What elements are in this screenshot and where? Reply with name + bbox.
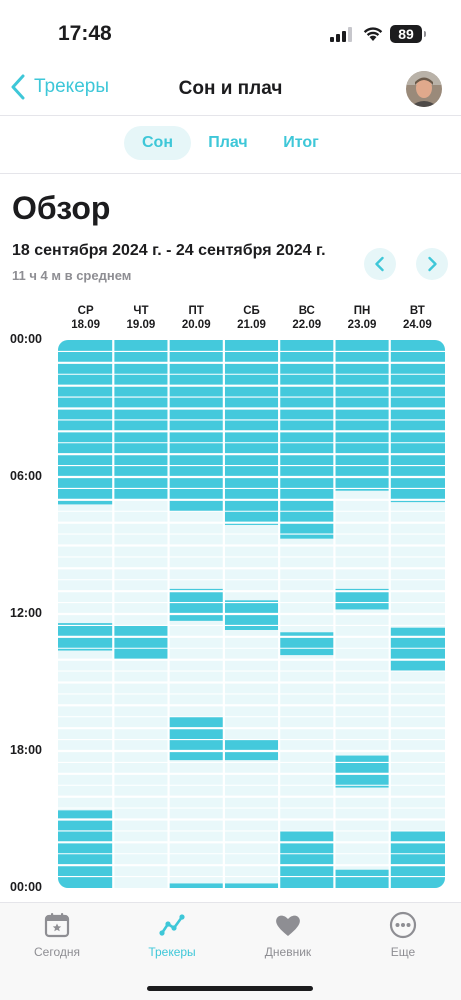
time-label: 12:00 (10, 606, 42, 620)
time-label: 00:00 (10, 880, 42, 894)
weekday-label: ВТ (409, 305, 425, 317)
time-label: 00:00 (10, 332, 42, 346)
segment-tabs: Сон Плач Итог (0, 118, 461, 174)
sleep-segment (58, 340, 114, 505)
weekday-label: ПТ (188, 305, 204, 317)
date-label: 19.09 (126, 319, 156, 331)
sleep-chart: СР 18.09 ЧТ 19.09 ПТ 20.09 СБ 21.09 ВС 22.09 ПН 23.… (0, 300, 461, 894)
chevron-left-icon (375, 256, 384, 272)
status-time: 17:48 (58, 22, 112, 45)
sleep-grid (58, 340, 445, 888)
back-button[interactable]: Трекеры (10, 74, 109, 100)
chevron-left-icon (11, 74, 25, 100)
sleep-segment (279, 830, 335, 888)
date-label: 23.09 (347, 319, 377, 331)
sleep-segment (389, 627, 445, 672)
sleep-segment (223, 340, 280, 525)
tabbar-label: Дневник (264, 945, 312, 959)
weekday-label: ЧТ (133, 305, 149, 317)
day-column-header: ЧТ 19.09 (114, 304, 168, 332)
tabbar-label: Еще (390, 945, 416, 959)
tabbar-label: Трекеры (148, 945, 196, 959)
tabbar-diary[interactable]: Дневник (238, 911, 338, 959)
date-label: 18.09 (71, 319, 101, 331)
time-label: 06:00 (10, 469, 42, 483)
previous-week-button[interactable] (364, 248, 396, 280)
sleep-segment (168, 588, 224, 621)
heart-icon (276, 915, 300, 936)
status-bar: 17:48 89 (0, 0, 461, 62)
day-column-header: ВТ 24.09 (390, 304, 444, 332)
sleep-segment (279, 632, 335, 656)
trend-line-icon (159, 914, 185, 936)
avatar[interactable] (406, 71, 442, 107)
sleep-segment (279, 340, 335, 539)
day-column-header: СР 18.09 (59, 304, 113, 332)
overview-title: Обзор (12, 190, 111, 226)
sleep-segment (168, 883, 224, 888)
calendar-star-icon (44, 913, 70, 938)
home-indicator (147, 986, 313, 991)
weekday-label: ВС (298, 305, 315, 317)
sleep-segment (223, 883, 280, 888)
day-column-header: ПН 23.09 (335, 304, 389, 332)
back-button-label: Трекеры (34, 76, 109, 97)
navigation-bar: Трекеры Сон и плач (0, 62, 461, 116)
date-label: 24.09 (402, 319, 432, 331)
chevron-right-icon (428, 256, 437, 272)
tab-sleep[interactable]: Сон (124, 126, 191, 160)
sleep-segment (168, 340, 224, 512)
date-label: 22.09 (292, 319, 322, 331)
date-label: 21.09 (237, 319, 266, 331)
sleep-segment (389, 830, 445, 888)
weekday-label: СР (77, 305, 94, 317)
sleep-grid-svg (58, 340, 445, 888)
battery-icon: 89 (390, 25, 426, 43)
average-sleep: 11 ч 4 м в среднем (12, 268, 132, 283)
sleep-segment (334, 869, 390, 888)
tabbar-label: Сегодня (34, 945, 80, 959)
sleep-segment (168, 716, 224, 761)
sleep-segment (334, 755, 390, 788)
tab-summary[interactable]: Итог (268, 126, 334, 160)
tabbar-more[interactable]: Еще (353, 911, 453, 959)
day-column-header: ВС 22.09 (280, 304, 334, 332)
weekday-label: СБ (243, 305, 260, 317)
day-column-header: СБ 21.09 (225, 304, 279, 332)
tabbar-today[interactable]: Сегодня (7, 911, 107, 959)
next-week-button[interactable] (416, 248, 448, 280)
sleep-segment (113, 625, 169, 660)
date-label: 20.09 (181, 319, 211, 331)
more-dots-icon (389, 911, 417, 939)
sleep-segment (223, 739, 280, 761)
weekday-label: ПН (353, 305, 371, 317)
avatar-image (406, 71, 442, 107)
cellular-signal-icon (330, 27, 352, 42)
wifi-icon (363, 27, 383, 41)
day-column-header: ПТ 20.09 (169, 304, 223, 332)
time-label: 18:00 (10, 743, 42, 757)
tab-crying[interactable]: Плач (196, 126, 260, 160)
tabbar-trackers[interactable]: Трекеры (122, 911, 222, 959)
date-range: 18 сентября 2024 г. - 24 сентября 2024 г… (12, 242, 326, 259)
